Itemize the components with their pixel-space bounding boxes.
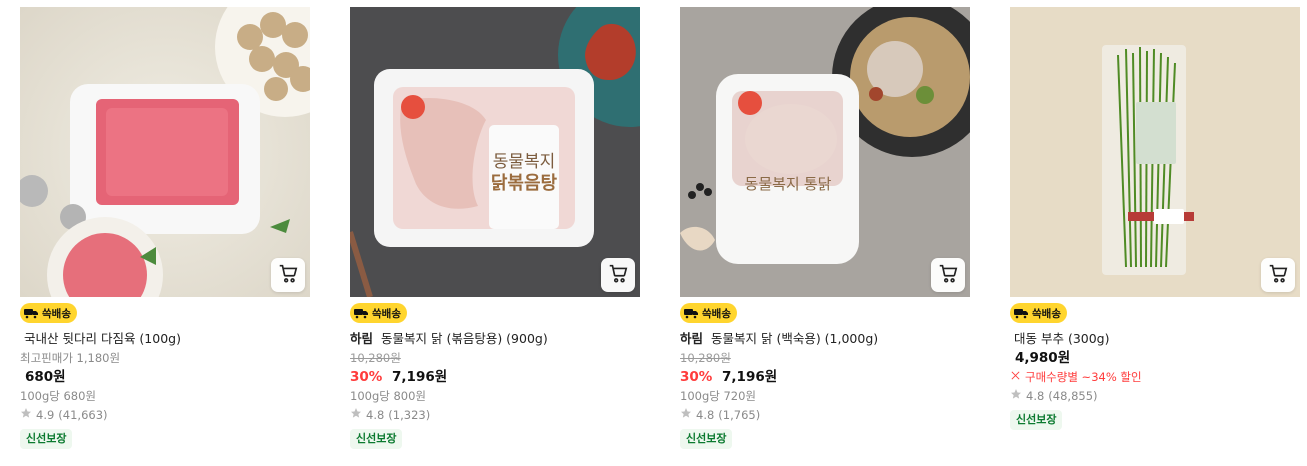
cart-icon	[607, 262, 629, 288]
add-to-cart-button[interactable]	[1261, 258, 1295, 292]
delivery-badge: 쓱배송	[1010, 303, 1067, 323]
fresh-guarantee-badge: 신선보장	[1010, 410, 1063, 430]
original-price: 10,280원	[350, 351, 401, 365]
delivery-truck-icon	[683, 307, 699, 319]
product-card[interactable]: 쓱배송 국내산 뒷다리 다짐육 (100g) 최고핀매가 1,180원 680원…	[20, 7, 310, 449]
title-text: 동물복지 닭 (볶음탕용) (900g)	[381, 331, 548, 346]
product-card[interactable]: 동물복지 통닭 쓱배송 하림 동물복지 닭 (백숙용) (1,000g) 10,…	[680, 7, 970, 449]
add-to-cart-button[interactable]	[601, 258, 635, 292]
delivery-badge-label: 쓱배송	[1032, 307, 1061, 320]
review-count: (1,765)	[718, 408, 761, 422]
sale-price: 7,196원	[722, 369, 778, 385]
coupon-icon	[1010, 369, 1021, 385]
delivery-badge-label: 쓱배송	[702, 307, 731, 320]
rating-score: 4.9	[36, 408, 55, 422]
product-image[interactable]: 동물복지 통닭	[680, 7, 970, 297]
review-count: (48,855)	[1048, 389, 1098, 403]
delivery-badge-label: 쓱배송	[372, 307, 401, 320]
rating-row: 4.8 (48,855)	[1010, 388, 1300, 404]
product-title[interactable]: 국내산 뒷다리 다짐육 (100g)	[20, 331, 310, 347]
product-title[interactable]: 하림 동물복지 닭 (백숙용) (1,000g)	[680, 331, 970, 347]
product-image[interactable]	[20, 7, 310, 297]
svg-text:동물복지 통닭: 동물복지 통닭	[745, 176, 832, 193]
review-count: (41,663)	[58, 408, 108, 422]
product-title[interactable]: 대동 부추 (300g)	[1010, 331, 1300, 347]
unit-price: 100g당 720원	[680, 389, 757, 403]
rating-row: 4.8 (1,323)	[350, 407, 640, 423]
title-text: 국내산 뒷다리 다짐육 (100g)	[24, 331, 181, 346]
price-row: 30% 7,196원	[680, 368, 970, 386]
delivery-badge-label: 쓱배송	[42, 307, 71, 320]
discount-rate: 30%	[680, 369, 713, 385]
star-icon	[350, 407, 362, 423]
review-count: (1,323)	[388, 408, 431, 422]
promotion-text: 구매수량별 ~34% 할인	[1025, 370, 1142, 384]
product-image[interactable]	[1010, 7, 1300, 297]
title-text: 대동 부추 (300g)	[1014, 331, 1110, 346]
price-row: 680원	[20, 368, 310, 386]
star-icon	[1010, 388, 1022, 404]
sale-price: 4,980원	[1015, 350, 1071, 366]
rating-row: 4.9 (41,663)	[20, 407, 310, 423]
product-title[interactable]: 하림 동물복지 닭 (볶음탕용) (900g)	[350, 331, 640, 347]
original-price: 10,280원	[680, 351, 731, 365]
sale-price: 7,196원	[392, 369, 448, 385]
star-icon	[20, 407, 32, 423]
rating-row: 4.8 (1,765)	[680, 407, 970, 423]
delivery-badge: 쓱배송	[680, 303, 737, 323]
star-icon	[680, 407, 692, 423]
product-card[interactable]: 동물복지 닭볶음탕 쓱배송 하림 동물복지 닭 (볶음탕용) (900g) 10…	[350, 7, 640, 449]
title-text: 동물복지 닭 (백숙용) (1,000g)	[711, 331, 879, 346]
fresh-guarantee-badge: 신선보장	[20, 429, 73, 449]
delivery-truck-icon	[1013, 307, 1029, 319]
product-grid: 쓱배송 국내산 뒷다리 다짐육 (100g) 최고핀매가 1,180원 680원…	[0, 0, 1307, 466]
fresh-guarantee-badge: 신선보장	[350, 429, 403, 449]
reference-price: 최고핀매가 1,180원	[20, 351, 121, 365]
unit-price: 100g당 800원	[350, 389, 427, 403]
product-card[interactable]: 쓱배송 대동 부추 (300g) 4,980원 구매수량별 ~34% 할인 4.…	[1010, 7, 1300, 430]
delivery-truck-icon	[353, 307, 369, 319]
unit-price: 100g당 680원	[20, 389, 97, 403]
price-row: 4,980원	[1010, 349, 1300, 367]
fresh-guarantee-badge: 신선보장	[680, 429, 733, 449]
rating-score: 4.8	[1026, 389, 1045, 403]
delivery-badge: 쓱배송	[20, 303, 77, 323]
delivery-truck-icon	[23, 307, 39, 319]
add-to-cart-button[interactable]	[931, 258, 965, 292]
rating-score: 4.8	[696, 408, 715, 422]
cart-icon	[937, 262, 959, 288]
rating-score: 4.8	[366, 408, 385, 422]
brand-name: 하림	[680, 331, 704, 346]
add-to-cart-button[interactable]	[271, 258, 305, 292]
sale-price: 680원	[25, 369, 66, 385]
brand-name: 하림	[350, 331, 374, 346]
product-image[interactable]: 동물복지 닭볶음탕	[350, 7, 640, 297]
cart-icon	[1267, 262, 1289, 288]
cart-icon	[277, 262, 299, 288]
promotion-row: 구매수량별 ~34% 할인	[1010, 369, 1300, 385]
discount-rate: 30%	[350, 369, 383, 385]
delivery-badge: 쓱배송	[350, 303, 407, 323]
svg-text:동물복지: 동물복지	[493, 152, 556, 171]
price-row: 30% 7,196원	[350, 368, 640, 386]
svg-text:닭볶음탕: 닭볶음탕	[491, 173, 558, 193]
